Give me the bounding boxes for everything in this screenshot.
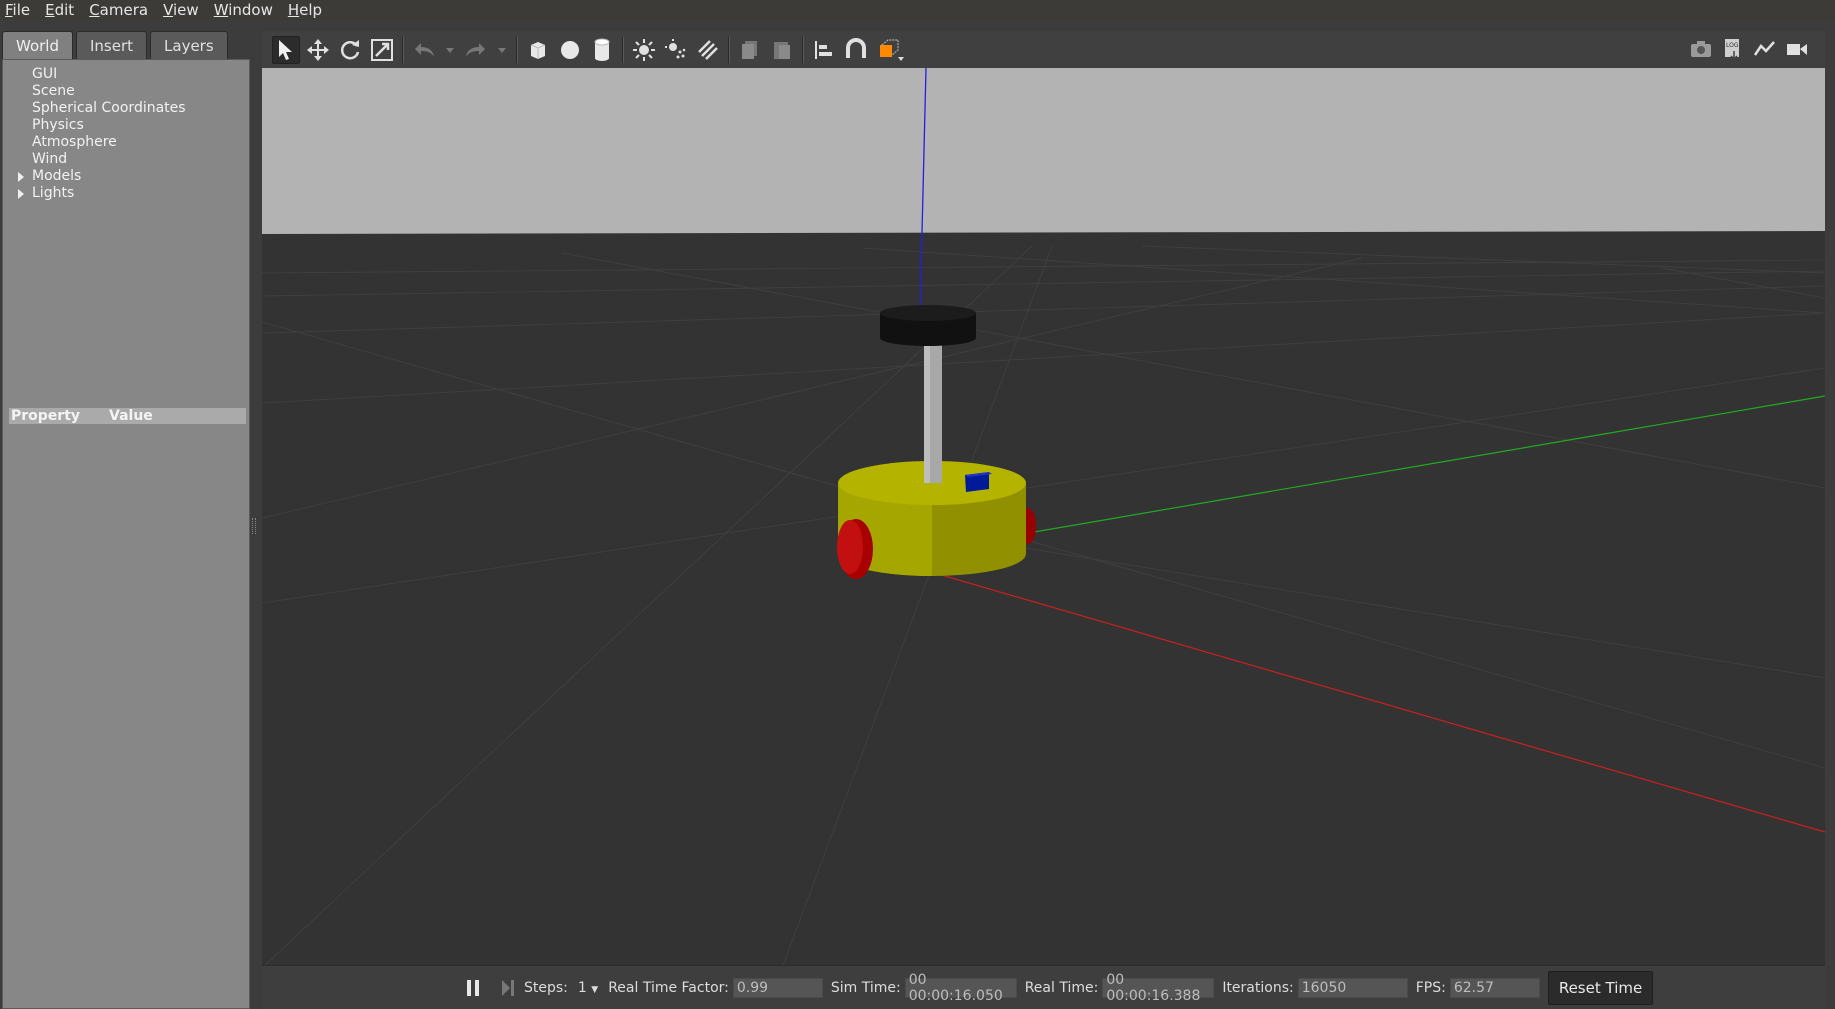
reset-time-button[interactable]: Reset Time <box>1547 970 1654 1005</box>
tree-item-physics[interactable]: Physics <box>3 117 251 134</box>
select-arrow-icon[interactable] <box>272 35 300 64</box>
ground-plane <box>262 231 1825 965</box>
left-panel-tabs: World Insert Layers <box>2 31 231 59</box>
real-time-factor-label: Real Time Factor: <box>608 979 729 996</box>
svg-text:LOG: LOG <box>1726 42 1739 49</box>
property-column-header: Property <box>11 408 81 424</box>
toolbar-separator <box>802 36 804 63</box>
real-time-field: 00 00:00:16.388 <box>1102 972 1215 1004</box>
tree-item-spherical-coordinates[interactable]: Spherical Coordinates <box>3 100 251 117</box>
redo-history-icon[interactable] <box>494 36 510 64</box>
scene-render[interactable] <box>262 68 1825 965</box>
tree-item-wind[interactable]: Wind <box>3 151 251 168</box>
toolbar-separator <box>622 36 624 63</box>
tab-insert[interactable]: Insert <box>76 31 148 59</box>
iterations-field: 16050 <box>1297 977 1408 998</box>
steps-label: Steps: <box>524 979 568 996</box>
translate-icon[interactable] <box>304 36 332 64</box>
undo-icon[interactable] <box>410 36 438 64</box>
tree-item-atmosphere[interactable]: Atmosphere <box>3 134 251 151</box>
expand-arrow-icon[interactable] <box>18 172 24 182</box>
scale-icon[interactable] <box>368 36 396 64</box>
expand-arrow-icon[interactable] <box>18 189 24 199</box>
toolbar-separator <box>402 36 404 63</box>
copy-icon[interactable] <box>736 36 764 64</box>
spot-light-icon[interactable] <box>662 36 690 64</box>
tab-world[interactable]: World <box>2 31 73 59</box>
iterations-label: Iterations: <box>1222 979 1294 996</box>
world-panel: GUI Scene Spherical Coordinates Physics … <box>2 59 250 1009</box>
pause-button[interactable] <box>462 974 484 1002</box>
scene-viewport[interactable] <box>262 68 1825 965</box>
tree-item-gui[interactable]: GUI <box>3 66 251 83</box>
value-column-header: Value <box>109 408 153 424</box>
panel-splitter-handle[interactable] <box>252 518 256 534</box>
left-panel: World Insert Layers GUI Scene Spherical … <box>0 27 252 1009</box>
menu-window[interactable]: Window <box>209 1 279 19</box>
status-bar: Steps: 1 ▼ Real Time Factor: 0.99 Sim Ti… <box>262 965 1825 1009</box>
tree-item-lights[interactable]: Lights <box>3 185 251 202</box>
video-record-icon[interactable] <box>1783 35 1811 63</box>
toolbar: LOG <box>262 31 1825 68</box>
snap-icon[interactable] <box>842 36 870 64</box>
steps-spinner[interactable]: 1 ▼ <box>578 980 598 996</box>
sky-background <box>262 68 1825 234</box>
view-angle-icon[interactable] <box>874 36 908 64</box>
fps-field: 62.57 <box>1449 977 1540 998</box>
log-icon[interactable]: LOG <box>1719 35 1747 63</box>
toolbar-separator <box>728 36 730 63</box>
sim-time-field: 00 00:00:16.050 <box>904 972 1017 1004</box>
directional-light-icon[interactable] <box>694 36 722 64</box>
tree-item-scene[interactable]: Scene <box>3 83 251 100</box>
menu-edit[interactable]: Edit <box>40 1 80 19</box>
menu-bar: File Edit Camera View Window Help <box>0 0 1835 20</box>
menu-view[interactable]: View <box>158 1 205 19</box>
tree-item-models[interactable]: Models <box>3 168 251 185</box>
fps-label: FPS: <box>1415 979 1446 996</box>
menu-help[interactable]: Help <box>283 1 328 19</box>
real-time-label: Real Time: <box>1024 979 1099 996</box>
property-table-header: Property Value <box>9 408 246 424</box>
menu-file[interactable]: File <box>0 1 36 19</box>
real-time-factor-field: 0.99 <box>732 977 823 998</box>
main-area: LOG Steps: 1 ▼ Real Time Factor: 0.99 Si… <box>262 31 1825 1009</box>
toolbar-separator <box>516 36 518 63</box>
tab-layers[interactable]: Layers <box>150 31 228 59</box>
align-icon[interactable] <box>810 36 838 64</box>
rotate-icon[interactable] <box>336 36 364 64</box>
step-button[interactable] <box>498 974 518 1002</box>
chevron-down-icon: ▼ <box>591 984 599 995</box>
menu-camera[interactable]: Camera <box>84 1 154 19</box>
box-icon[interactable] <box>524 36 552 64</box>
toolbar-right: LOG <box>1683 35 1811 63</box>
point-light-icon[interactable] <box>630 36 658 64</box>
world-tree: GUI Scene Spherical Coordinates Physics … <box>3 66 251 202</box>
plot-icon[interactable] <box>1751 35 1779 63</box>
paste-icon[interactable] <box>768 36 796 64</box>
cylinder-icon[interactable] <box>588 36 616 64</box>
sphere-icon[interactable] <box>556 36 584 64</box>
redo-icon[interactable] <box>462 36 490 64</box>
screenshot-icon[interactable] <box>1687 35 1715 63</box>
sim-time-label: Sim Time: <box>830 979 901 996</box>
undo-history-icon[interactable] <box>442 36 458 64</box>
